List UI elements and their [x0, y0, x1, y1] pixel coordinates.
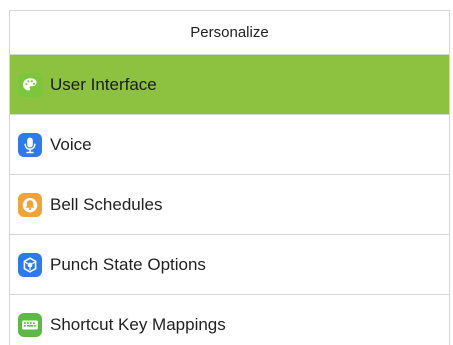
menu-item-voice[interactable]: Voice: [10, 115, 449, 175]
page-title: Personalize: [10, 11, 449, 55]
personalize-screen: Personalize User Interface Voice Bell Sc…: [9, 10, 450, 345]
menu-item-label: Bell Schedules: [50, 194, 163, 214]
menu-item-label: User Interface: [50, 74, 157, 94]
menu-item-label: Voice: [50, 134, 92, 154]
keyboard-icon: [18, 312, 42, 337]
menu-item-bell-schedules[interactable]: Bell Schedules: [10, 175, 449, 235]
punch-state-icon: [18, 252, 42, 277]
bell-icon: [18, 192, 42, 217]
personalize-menu: User Interface Voice Bell Schedules Punc…: [10, 55, 449, 345]
palette-icon: [18, 72, 42, 97]
menu-item-punch-state-options[interactable]: Punch State Options: [10, 235, 449, 295]
menu-item-user-interface[interactable]: User Interface: [10, 55, 449, 115]
menu-item-label: Shortcut Key Mappings: [50, 314, 226, 334]
menu-item-shortcut-key-mappings[interactable]: Shortcut Key Mappings: [10, 295, 449, 345]
microphone-icon: [18, 132, 42, 157]
menu-item-label: Punch State Options: [50, 254, 206, 274]
